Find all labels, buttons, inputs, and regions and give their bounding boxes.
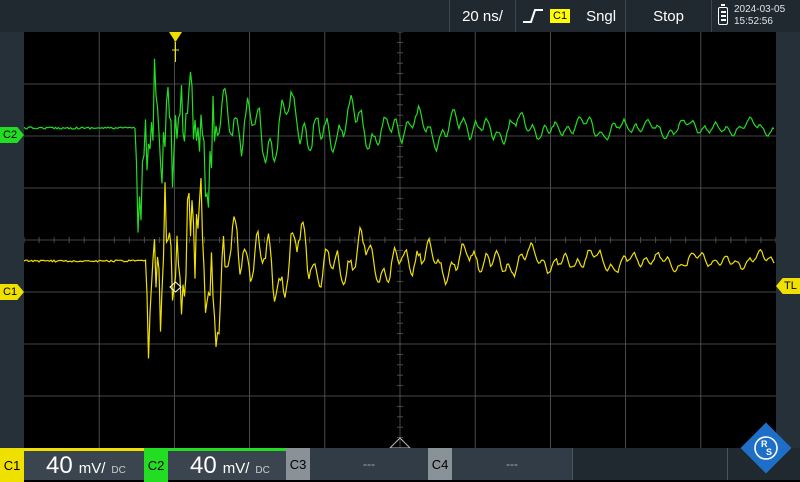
channel-3-label: C3	[286, 448, 310, 480]
trigger-rising-edge-icon	[523, 9, 543, 23]
channel-3-off: ---	[363, 457, 375, 471]
clock-battery: 2024-03-05 15:52:56	[711, 0, 800, 32]
channel-2-scale: 40	[190, 451, 217, 479]
channel-2-trace	[23, 58, 775, 233]
left-marker-strip	[0, 32, 24, 448]
run-stop-button[interactable]: Stop	[625, 0, 711, 32]
channel-1-scale: 40	[46, 451, 73, 479]
battery-icon	[718, 4, 728, 25]
trigger-level-label: TL	[784, 280, 797, 292]
timebase-value: 20 ns/	[462, 7, 503, 25]
channel-bar: C1 40 mV/ DC C2 40 mV/ DC C3 --- C4 ---	[0, 448, 800, 482]
svg-text:S: S	[766, 447, 772, 457]
bar-divider	[572, 448, 573, 480]
trigger-mode: Sngl	[586, 7, 617, 25]
channel-1-unit: mV/	[78, 459, 106, 477]
channel-3-settings[interactable]: C3 ---	[286, 448, 428, 480]
channel-4-label: C4	[428, 448, 452, 480]
date-label: 2024-03-05	[734, 4, 786, 15]
channel-1-coupling: DC	[111, 464, 126, 476]
channel-4-off: ---	[506, 457, 518, 471]
channel-1-settings[interactable]: C1 40 mV/ DC	[0, 448, 144, 482]
waveform-display[interactable]	[23, 31, 777, 449]
channel-1-trace	[23, 178, 775, 359]
trigger-position-icon	[169, 32, 182, 62]
right-marker-strip	[776, 32, 800, 448]
channel-2-settings[interactable]: C2 40 mV/ DC	[144, 448, 286, 482]
channel-2-unit: mV/	[222, 459, 250, 477]
channel-2-label: C2	[144, 449, 168, 482]
graticule	[23, 31, 777, 449]
c1-marker-label: C1	[3, 286, 18, 298]
waveform-svg	[23, 31, 777, 449]
status-bar: 20 ns/ C1 Sngl Stop 2024-03-05 15:52:56	[0, 0, 800, 32]
channel-1-label: C1	[0, 449, 24, 482]
bar-divider	[727, 448, 728, 480]
channel-4-settings[interactable]: C4 ---	[428, 448, 572, 480]
c2-marker-label: C2	[3, 129, 18, 141]
timebase-readout[interactable]: 20 ns/	[449, 0, 515, 32]
channel-2-coupling: DC	[255, 464, 270, 476]
time-label: 15:52:56	[734, 16, 773, 27]
trigger-setting[interactable]: C1 Sngl	[515, 0, 625, 32]
rs-logo-icon[interactable]: R S	[738, 420, 794, 476]
trigger-source-badge: C1	[550, 9, 571, 23]
run-state-label: Stop	[653, 7, 684, 25]
